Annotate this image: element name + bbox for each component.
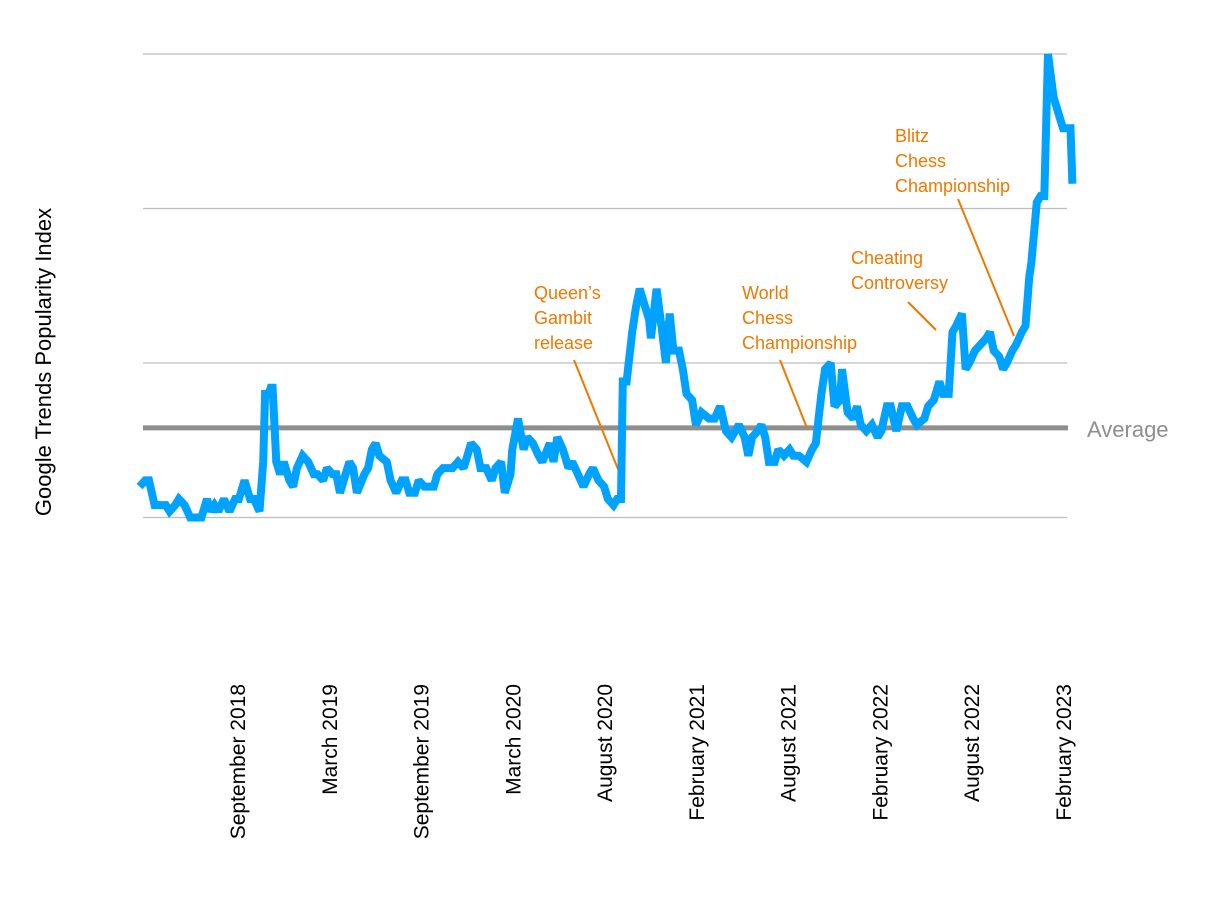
x-tick-label: March 2019 <box>319 684 342 795</box>
annotation-text: Queen’s <box>534 283 601 303</box>
annotation-text: Cheating <box>851 248 923 268</box>
annotation: Cheating Controversy <box>851 248 948 331</box>
x-tick-label: August 2020 <box>594 684 617 802</box>
y-axis-label: Google Trends Popularity Index <box>31 208 56 516</box>
x-tick-label: February 2022 <box>869 684 892 821</box>
annotation-text: Gambit <box>534 308 592 328</box>
annotation-text: Championship <box>742 333 857 353</box>
annotation-text: release <box>534 333 593 353</box>
annotation-text: Controversy <box>851 273 948 293</box>
annotation-text: Blitz <box>895 126 929 146</box>
chart-svg: Average Queen’s Gambit release World Chess Ch… <box>31 53 1169 839</box>
x-tick-label: September 2019 <box>411 684 434 839</box>
annotation-leader-line <box>573 359 625 485</box>
annotation-leader-line <box>779 359 808 429</box>
x-tick-label: September 2018 <box>227 684 250 839</box>
x-tick-label: February 2023 <box>1053 684 1076 821</box>
annotation-leader-line <box>957 198 1015 337</box>
x-tick-label: February 2021 <box>686 684 709 821</box>
annotation-text: World <box>742 283 789 303</box>
average-label: Average <box>1087 417 1169 442</box>
x-axis-ticks: September 2018 March 2019 September 2019 Ma… <box>227 684 1076 839</box>
x-tick-label: March 2020 <box>502 684 525 795</box>
annotation-text: Chess <box>895 151 946 171</box>
x-tick-label: August 2021 <box>778 684 801 802</box>
annotation-text: Chess <box>742 308 793 328</box>
annotation-text: Championship <box>895 176 1010 196</box>
x-tick-label: August 2022 <box>961 684 984 802</box>
annotation-leader-line <box>907 301 937 331</box>
annotation: Blitz Chess Championship <box>895 126 1015 337</box>
